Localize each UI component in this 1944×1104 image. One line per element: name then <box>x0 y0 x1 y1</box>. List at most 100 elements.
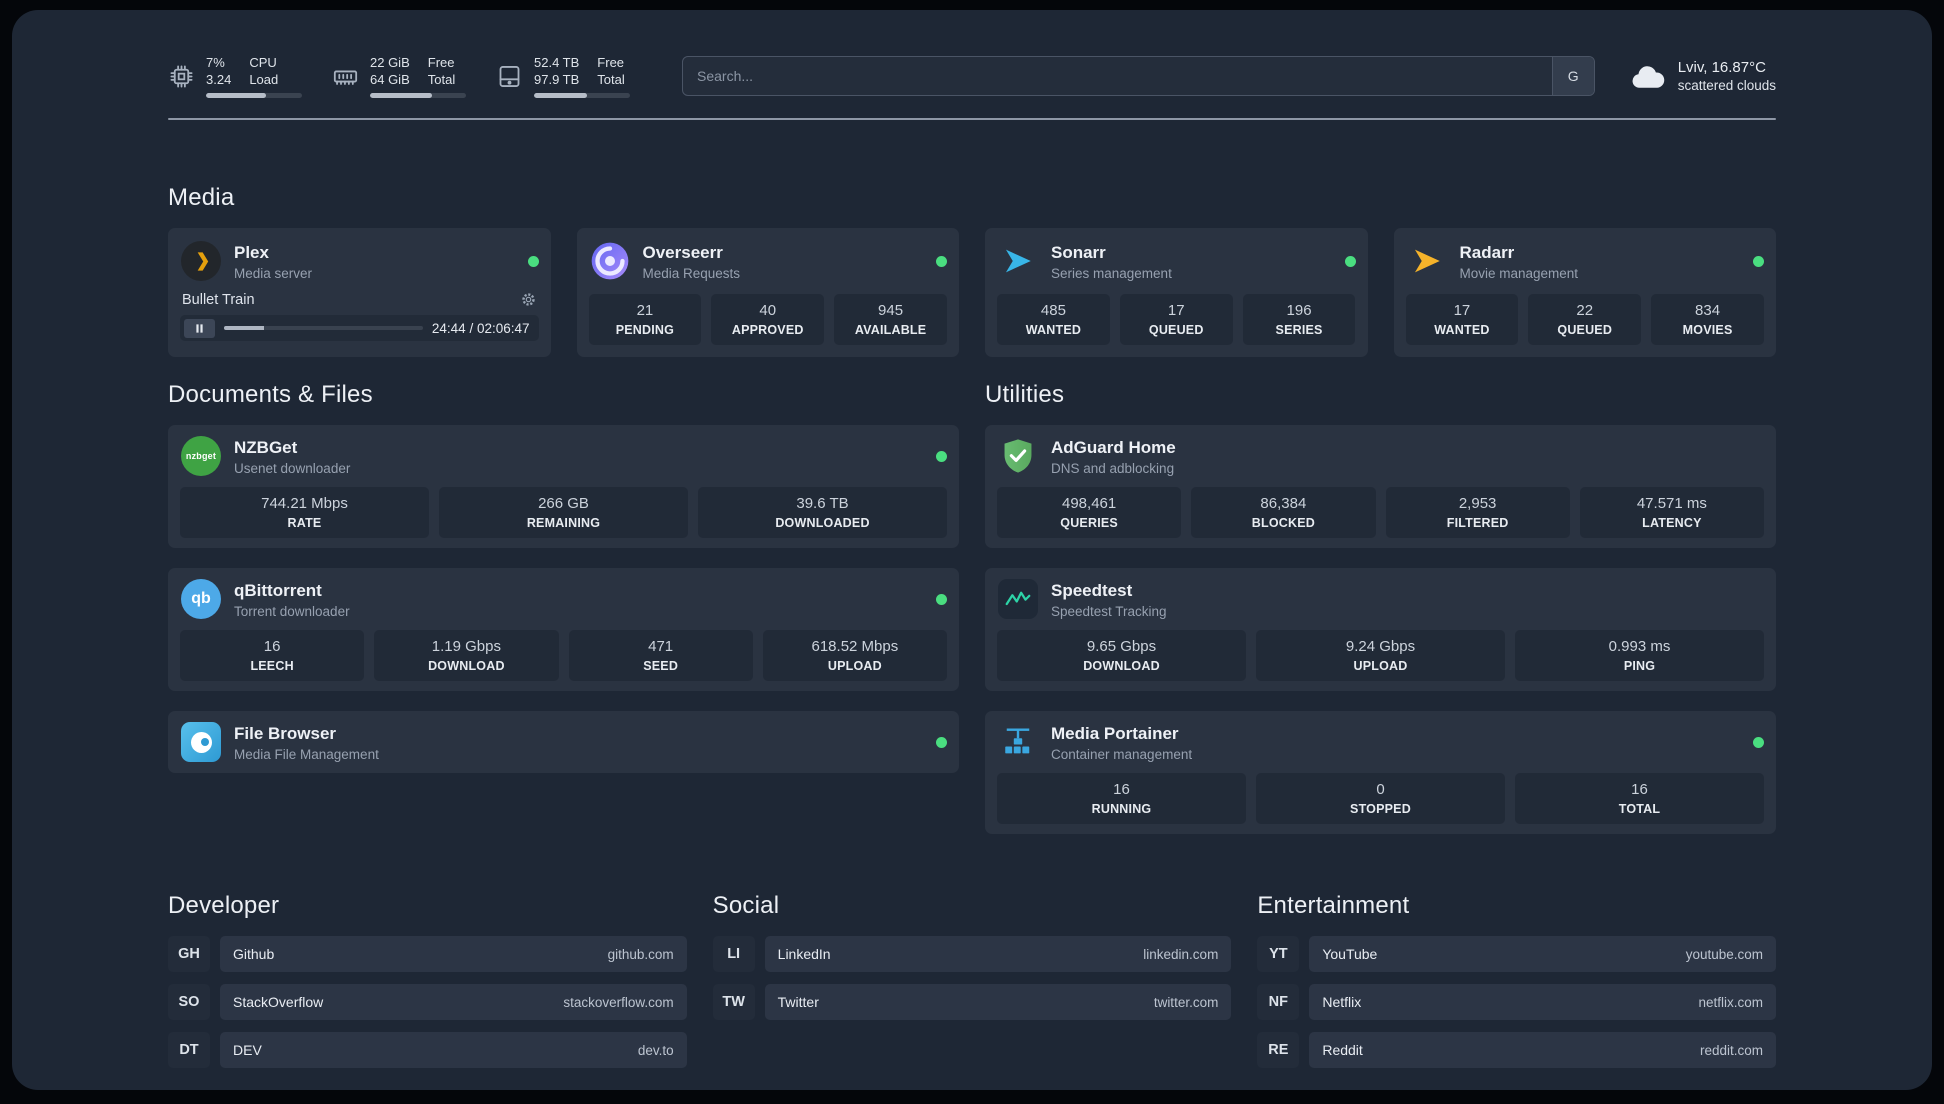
bookmark-item[interactable]: RE Reddit reddit.com <box>1257 1032 1776 1068</box>
bookmark-item[interactable]: TW Twitter twitter.com <box>712 984 1232 1020</box>
stat-value: 9.65 Gbps <box>1086 638 1157 655</box>
player-track <box>224 326 423 330</box>
service-description: Speedtest Tracking <box>1051 603 1167 619</box>
player-time: 24:44 / 02:06:47 <box>431 320 530 336</box>
memory-total-label: Total <box>427 72 456 87</box>
stat-box: 40 APPROVED <box>711 294 825 345</box>
now-playing-title: Bullet Train <box>182 291 255 308</box>
stat-box: 618.52 Mbps UPLOAD <box>762 630 947 681</box>
service-card-nzbget[interactable]: nzbget NZBGet Usenet downloader 744.21 M… <box>168 425 959 548</box>
stat-label: REMAINING <box>526 516 601 530</box>
search-bar[interactable]: G <box>682 56 1595 96</box>
bookmark-group-developer: Developer GH Github github.com SO StackO… <box>168 892 687 1068</box>
plex-now-playing: Bullet Train 24:44 / 02:06:47 <box>180 291 539 341</box>
player-progress-bar[interactable]: 24:44 / 02:06:47 <box>180 315 539 341</box>
stat-value: 618.52 Mbps <box>811 638 899 655</box>
stat-box: 17 WANTED <box>1405 294 1519 345</box>
section-media: Media Plex Media server Bullet Train 24:… <box>168 184 1776 357</box>
status-dot <box>936 736 947 748</box>
bookmark-item[interactable]: LI LinkedIn linkedin.com <box>712 936 1232 972</box>
disk-free-label: Free <box>597 55 625 70</box>
bookmark-name: LinkedIn <box>777 946 831 962</box>
speedtest-icon <box>997 578 1039 620</box>
stat-value: 16 <box>1631 781 1648 798</box>
bookmark-name: Netflix <box>1322 994 1362 1010</box>
service-card-overseerr[interactable]: Overseerr Media Requests 21 PENDING 40 A… <box>576 228 959 357</box>
service-description: Movie management <box>1459 265 1579 281</box>
stat-label: QUEUED <box>1148 323 1204 337</box>
stat-box: 485 WANTED <box>997 294 1110 345</box>
service-description: DNS and adblocking <box>1051 460 1175 476</box>
service-card-portainer[interactable]: Media Portainer Container management 16 … <box>985 711 1776 834</box>
service-card-filebrowser[interactable]: File Browser Media File Management <box>168 711 959 773</box>
entertainment-bookmarks: YT YouTube youtube.com NF Netflix netfli <box>1257 936 1776 1068</box>
cpu-progress-fill <box>206 93 266 98</box>
cpu-icon <box>170 64 193 88</box>
stat-value: 2,953 <box>1458 495 1497 512</box>
status-dot <box>527 255 539 267</box>
stat-value: 47.571 ms <box>1636 495 1707 512</box>
stat-label: SERIES <box>1275 323 1323 337</box>
stat-box: 0.993 ms PING <box>1515 630 1764 681</box>
developer-bookmarks: GH Github github.com SO StackOverflow st <box>168 936 687 1068</box>
stat-box: 16 LEECH <box>180 630 365 681</box>
nzbget-icon: nzbget <box>180 435 222 477</box>
service-card-plex[interactable]: Plex Media server Bullet Train 24:44 / 0… <box>168 228 551 357</box>
bookmark-item[interactable]: GH Github github.com <box>168 936 687 972</box>
stat-box: 266 GB REMAINING <box>439 487 688 538</box>
service-name: File Browser <box>234 723 337 743</box>
service-description: Media server <box>234 265 313 281</box>
stat-value: 9.24 Gbps <box>1345 638 1416 655</box>
bookmark-item[interactable]: YT YouTube youtube.com <box>1257 936 1776 972</box>
search-input[interactable] <box>683 57 1552 95</box>
developer-section-title: Developer <box>168 892 280 919</box>
portainer-stats: 16 RUNNING 0 STOPPED 16 TOTAL <box>997 773 1764 824</box>
stat-label: FILTERED <box>1446 516 1509 530</box>
status-dot <box>936 450 947 462</box>
bookmark-item[interactable]: DT DEV dev.to <box>168 1032 687 1068</box>
bookmark-abbr: NF <box>1257 984 1300 1020</box>
service-card-speedtest[interactable]: Speedtest Speedtest Tracking 9.65 Gbps D… <box>985 568 1776 691</box>
bookmark-abbr: SO <box>168 984 210 1020</box>
overseerr-icon <box>589 240 631 282</box>
stat-label: STOPPED <box>1350 802 1411 816</box>
stat-box: 22 QUEUED <box>1528 294 1642 345</box>
bookmark-name: DEV <box>233 1042 262 1058</box>
dashboard-content: 7% 3.24 CPU Load 22 GiB 64 GiB Free Tota… <box>168 10 1776 1068</box>
memory-total-value: 64 GiB <box>370 72 410 87</box>
service-name: AdGuard Home <box>1051 437 1176 457</box>
bookmark-abbr: DT <box>168 1032 210 1068</box>
service-card-radarr[interactable]: Radarr Movie management 17 WANTED 22 QUE… <box>1393 228 1776 357</box>
service-card-sonarr[interactable]: Sonarr Series management 485 WANTED 17 Q… <box>985 228 1368 357</box>
plex-icon <box>180 240 222 282</box>
stat-label: UPLOAD <box>1353 659 1408 673</box>
service-card-adguard[interactable]: AdGuard Home DNS and adblocking 498,461 … <box>985 425 1776 548</box>
nzbget-stats: 744.21 Mbps RATE 266 GB REMAINING 39.6 T… <box>180 487 947 538</box>
stat-box: 2,953 FILTERED <box>1385 487 1570 538</box>
pause-button[interactable] <box>184 318 215 338</box>
weather-widget: Lviv, 16.87°C scattered clouds <box>1629 58 1776 95</box>
search-provider-button[interactable]: G <box>1551 57 1594 95</box>
section-utilities: Utilities AdGuard Home DNS and adblockin… <box>985 381 1776 834</box>
stat-label: MOVIES <box>1682 323 1733 337</box>
media-section-title: Media <box>168 184 235 211</box>
stat-value: 471 <box>648 638 674 655</box>
adguard-icon <box>997 435 1039 477</box>
stat-box: 834 MOVIES <box>1651 294 1764 345</box>
bookmark-group-entertainment: Entertainment YT YouTube youtube.com NF … <box>1257 892 1776 1068</box>
stat-box: 196 SERIES <box>1242 294 1356 345</box>
bookmark-abbr: YT <box>1257 936 1300 972</box>
stat-label: UPLOAD <box>827 659 882 673</box>
service-card-qbittorrent[interactable]: qb qBittorrent Torrent downloader 16 LEE… <box>168 568 959 691</box>
portainer-icon <box>997 721 1039 763</box>
service-description: Torrent downloader <box>234 603 350 619</box>
stat-label: PENDING <box>615 323 675 337</box>
entertainment-section-title: Entertainment <box>1257 892 1410 919</box>
cpu-label: CPU <box>249 55 277 70</box>
gear-icon[interactable] <box>520 291 537 308</box>
bookmark-name: Twitter <box>777 994 819 1010</box>
bookmark-item[interactable]: NF Netflix netflix.com <box>1257 984 1776 1020</box>
service-name: Sonarr <box>1051 242 1106 262</box>
documents-section-title: Documents & Files <box>168 381 373 408</box>
bookmark-item[interactable]: SO StackOverflow stackoverflow.com <box>168 984 687 1020</box>
